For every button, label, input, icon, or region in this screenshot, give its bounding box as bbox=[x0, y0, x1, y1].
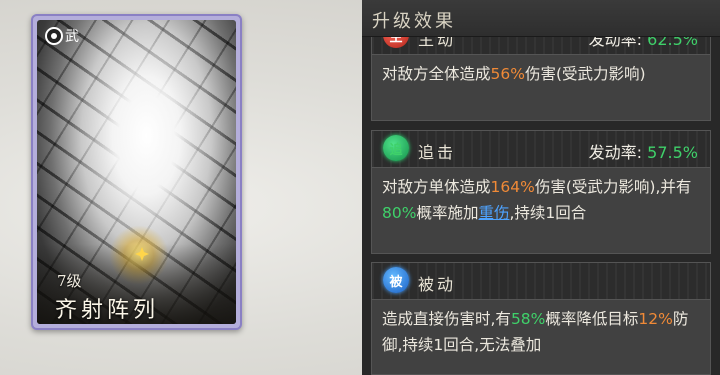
desc-segment: 概率施加 bbox=[416, 204, 479, 222]
desc-segment: 12% bbox=[638, 310, 673, 328]
effect-description: 对敌方全体造成56%伤害(受武力影响) bbox=[372, 55, 710, 95]
desc-segment: 56% bbox=[490, 65, 525, 83]
passive-skill-icon: 被 bbox=[383, 267, 409, 293]
trigger-rate: 发动率: 57.5% bbox=[589, 139, 698, 163]
desc-segment: 伤害(受武力影响) bbox=[524, 65, 646, 83]
panel-header: 升级效果 bbox=[362, 0, 720, 37]
desc-segment: 58% bbox=[510, 310, 546, 328]
skill-artwork: 武 7级 齐射阵列 bbox=[37, 20, 236, 324]
trigger-rate-label: 发动率: bbox=[588, 143, 643, 162]
upgrade-effects-panel[interactable]: 主 主动 发动率: 62.5% 对敌方全体造成56%伤害(受武力影响) 升级效果… bbox=[362, 0, 720, 375]
status-keyword-link[interactable]: 重伤 bbox=[478, 204, 509, 222]
effect-block-passive: 被 被动 造成直接伤害时,有58%概率降低目标12%防御,持续1回合,无法叠加 bbox=[371, 262, 711, 375]
effect-name: 追击 bbox=[418, 143, 457, 162]
skill-type-badge: 武 bbox=[45, 26, 79, 46]
trigger-rate-value: 57.5% bbox=[647, 143, 698, 162]
badge-seal-icon bbox=[45, 27, 63, 45]
desc-segment: 80% bbox=[382, 204, 417, 222]
desc-segment: 对敌方全体造成 bbox=[382, 65, 491, 83]
skill-name: 齐射阵列 bbox=[55, 298, 160, 323]
desc-segment: 造成直接伤害时,有 bbox=[382, 310, 511, 328]
desc-segment: 伤害(受武力影响),并有 bbox=[534, 178, 692, 196]
panel-title: 升级效果 bbox=[372, 11, 456, 32]
effect-description: 造成直接伤害时,有58%概率降低目标12%防御,持续1回合,无法叠加 bbox=[372, 300, 710, 366]
effect-header: 追 追击 发动率: 57.5% bbox=[372, 131, 710, 168]
desc-segment: 概率降低目标 bbox=[545, 310, 639, 328]
effect-name: 被动 bbox=[418, 275, 457, 294]
effect-block-pursuit: 追 追击 发动率: 57.5% 对敌方单体造成164%伤害(受武力影响),并有 8… bbox=[371, 130, 711, 254]
desc-segment: 164% bbox=[490, 178, 535, 196]
pursuit-skill-icon: 追 bbox=[383, 135, 409, 161]
skill-card[interactable]: 武 7级 齐射阵列 bbox=[31, 14, 242, 330]
desc-segment: 对敌方单体造成 bbox=[382, 178, 491, 196]
badge-label: 武 bbox=[65, 29, 79, 45]
skill-level: 7级 bbox=[57, 272, 82, 290]
desc-segment: ,持续1回合 bbox=[509, 204, 587, 222]
effect-header: 被 被动 bbox=[372, 263, 710, 300]
spark-icon bbox=[135, 247, 149, 261]
effect-description: 对敌方单体造成164%伤害(受武力影响),并有 80%概率施加重伤,持续1回合 bbox=[372, 168, 710, 234]
